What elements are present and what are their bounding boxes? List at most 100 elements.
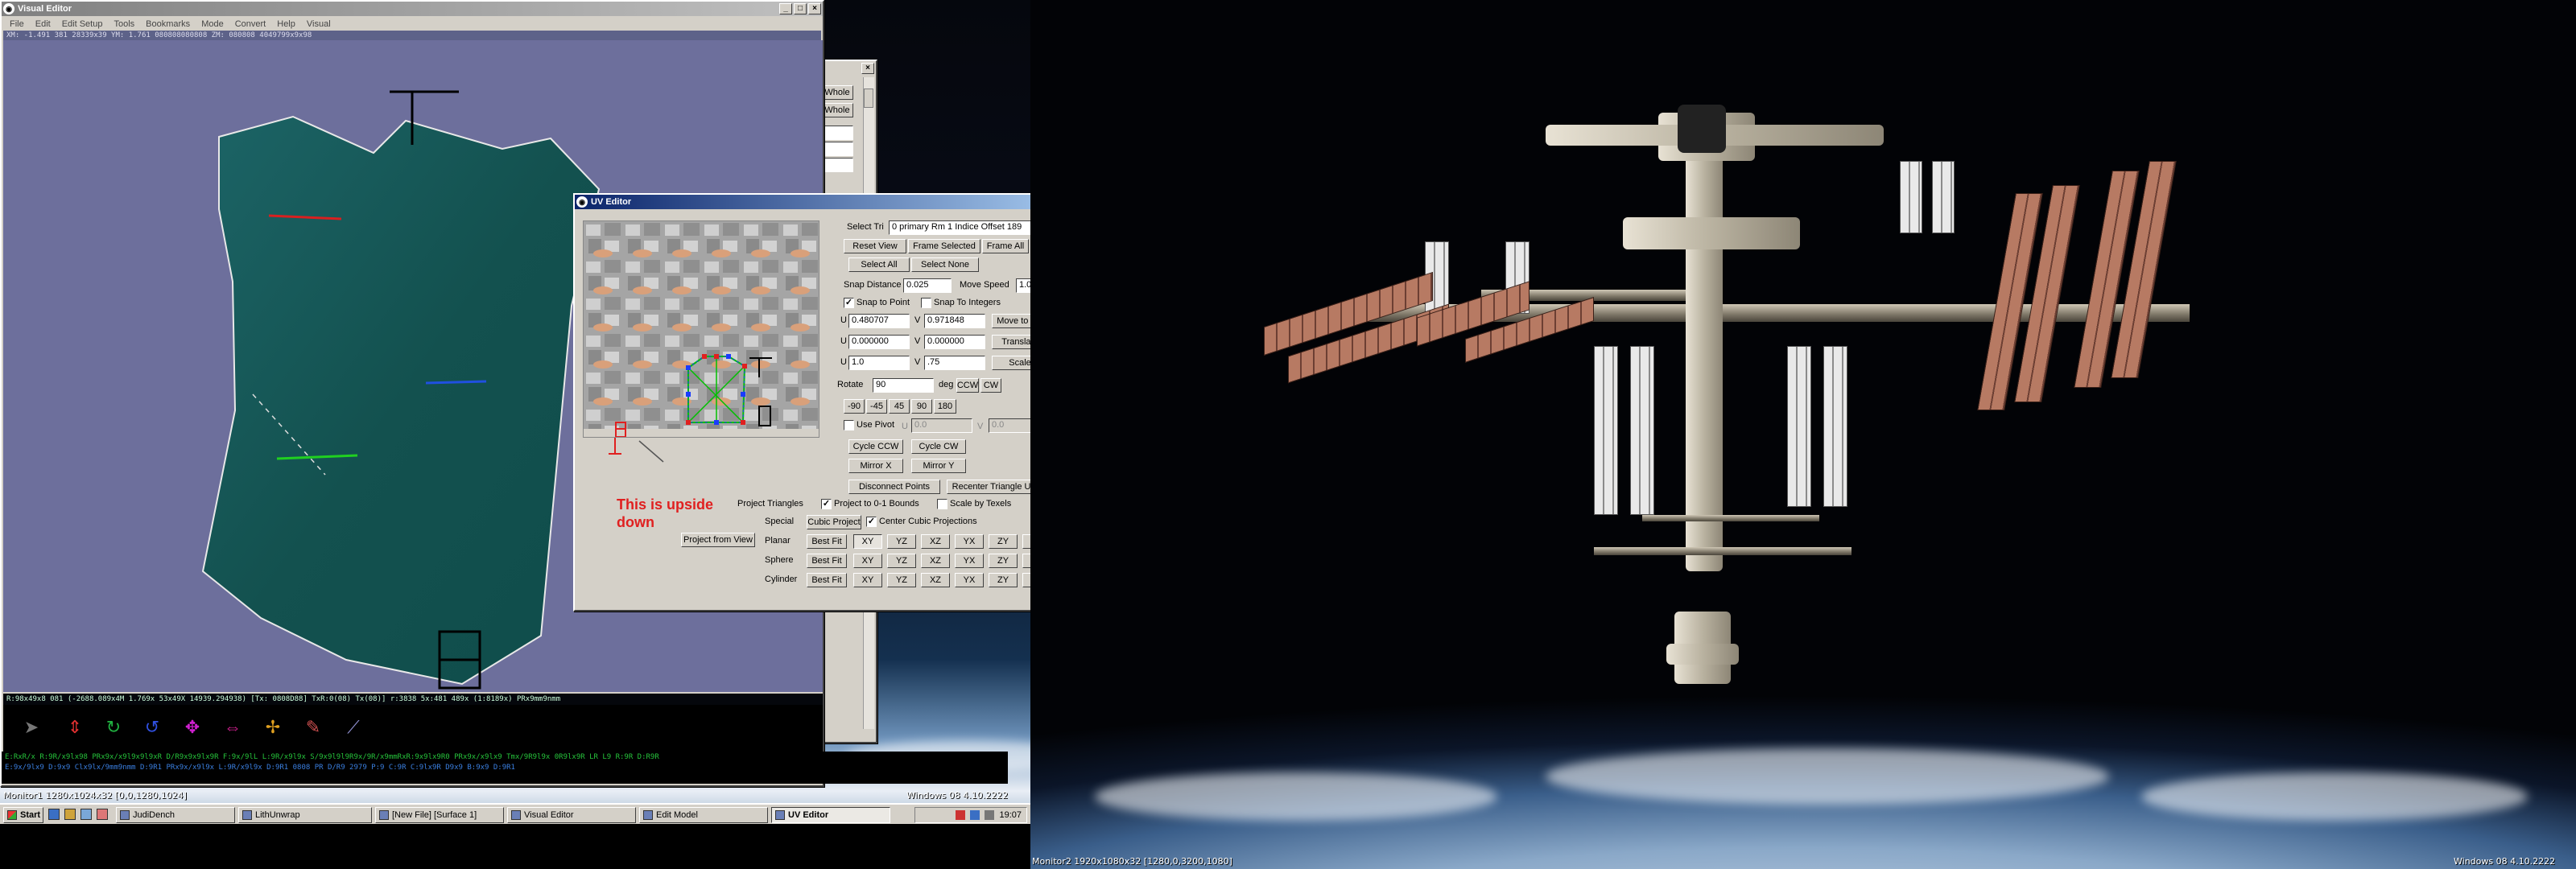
axis-zx-button[interactable]: ZX [1022, 554, 1030, 568]
disconnect-points-button[interactable]: Disconnect Points [848, 480, 940, 494]
scale-u-field[interactable]: 1.0 [848, 356, 910, 370]
pivot-u-field[interactable]: 0.0 [911, 418, 972, 433]
axis-yz-button[interactable]: YZ [887, 534, 916, 549]
task-edit-model[interactable]: Edit Model [639, 807, 768, 823]
axis-xz-button[interactable]: XZ [921, 534, 950, 549]
move-to-uv-button[interactable]: Move to UV [992, 314, 1030, 328]
minimize-button[interactable]: _ [779, 3, 792, 14]
side-field-1[interactable] [821, 126, 853, 140]
cubic-project-button[interactable]: Cubic Project [807, 515, 861, 529]
rotate-blue-icon[interactable]: ↺ [142, 716, 163, 739]
snap-to-integers-checkbox[interactable] [921, 298, 931, 308]
best-fit-button[interactable]: Best Fit [807, 534, 847, 549]
cw-button[interactable]: CW [980, 378, 1001, 393]
axis-yz-button[interactable]: YZ [887, 573, 916, 587]
axis-zx-button[interactable]: ZX [1022, 534, 1030, 549]
maximize-button[interactable]: □ [794, 3, 807, 14]
snap-distance-field[interactable]: 0.025 [903, 278, 952, 293]
menu-file[interactable]: File [10, 19, 24, 29]
select-arrow-icon[interactable]: ➤ [21, 716, 42, 739]
menu-tools[interactable]: Tools [114, 19, 134, 29]
start-button[interactable]: Start [3, 807, 43, 823]
rotate-field[interactable]: 90 [873, 378, 934, 393]
rotate-90-button[interactable]: 90 [911, 399, 932, 414]
close-button[interactable]: × [808, 3, 821, 14]
rotate-green-icon[interactable]: ↻ [103, 716, 124, 739]
select-none-button[interactable]: Select None [911, 257, 979, 272]
rotate-45-button[interactable]: 45 [889, 399, 910, 414]
tray-icon-2[interactable] [970, 810, 980, 820]
axis-yx-button[interactable]: YX [955, 534, 984, 549]
snap-to-point-checkbox[interactable]: ✓ [844, 298, 854, 308]
axis-yx-button[interactable]: YX [955, 554, 984, 568]
menu-mode[interactable]: Mode [201, 19, 224, 29]
axis-zy-button[interactable]: ZY [989, 534, 1018, 549]
task-new-file[interactable]: [New File] [Surface 1] [375, 807, 504, 823]
uv-v-field[interactable]: 0.971848 [924, 314, 985, 328]
reset-view-button[interactable]: Reset View [844, 239, 906, 253]
axis-yx-button[interactable]: YX [955, 573, 984, 587]
best-fit-button[interactable]: Best Fit [807, 554, 847, 568]
quick-launch-app-icon[interactable] [97, 809, 108, 820]
brush-icon[interactable]: ⟋ [343, 716, 364, 739]
menu-edit-setup[interactable]: Edit Setup [62, 19, 103, 29]
whole-button-2[interactable]: Whole [821, 103, 853, 117]
frame-selected-button[interactable]: Frame Selected [908, 239, 980, 253]
best-fit-button[interactable]: Best Fit [807, 573, 847, 587]
quick-launch-ie-icon[interactable] [48, 809, 60, 820]
center-cubic-checkbox[interactable]: ✓ [866, 517, 877, 527]
axis-xz-button[interactable]: XZ [921, 573, 950, 587]
axis-xy-button[interactable]: XY [853, 534, 882, 549]
quick-launch-desktop-icon[interactable] [80, 809, 92, 820]
menu-visual[interactable]: Visual [307, 19, 331, 29]
frame-all-button[interactable]: Frame All [982, 239, 1029, 253]
move-speed-field[interactable]: 1.0 [1016, 278, 1030, 293]
mirror-y-button[interactable]: Mirror Y [911, 459, 966, 473]
project-from-view-button[interactable]: Project from View [681, 533, 755, 547]
mirror-x-button[interactable]: Mirror X [848, 459, 903, 473]
uv-canvas[interactable] [583, 220, 819, 438]
select-all-button[interactable]: Select All [848, 257, 910, 272]
cycle-cw-button[interactable]: Cycle CW [911, 439, 966, 454]
axis-xy-button[interactable]: XY [853, 573, 882, 587]
menu-help[interactable]: Help [277, 19, 295, 29]
menu-edit[interactable]: Edit [35, 19, 51, 29]
axis-zy-button[interactable]: ZY [989, 554, 1018, 568]
move-axis-icon[interactable]: ⇕ [64, 716, 85, 739]
visual-editor-titlebar[interactable]: ◉ Visual Editor _ □ × [2, 2, 823, 16]
scroll-thumb[interactable] [864, 89, 873, 108]
use-pivot-checkbox[interactable] [844, 420, 854, 430]
rotate-minus-45-button[interactable]: -45 [866, 399, 887, 414]
uv-u-field[interactable]: 0.480707 [848, 314, 910, 328]
scale-button[interactable]: Scale [992, 356, 1030, 370]
scale-by-texels-checkbox[interactable] [937, 499, 947, 509]
translate-v-field[interactable]: 0.000000 [924, 335, 985, 349]
side-field-2[interactable] [821, 142, 853, 156]
side-field-3[interactable] [821, 158, 853, 172]
project-bounds-checkbox[interactable]: ✓ [821, 499, 832, 509]
axis-xz-button[interactable]: XZ [921, 554, 950, 568]
tray-icon-1[interactable] [956, 810, 966, 820]
pivot-v-field[interactable]: 0.0 [989, 418, 1030, 433]
rotate-minus-90-button[interactable]: -90 [844, 399, 865, 414]
rotate-180-button[interactable]: 180 [934, 399, 956, 414]
axis-xy-button[interactable]: XY [853, 554, 882, 568]
translate-u-field[interactable]: 0.000000 [848, 335, 910, 349]
cycle-ccw-button[interactable]: Cycle CCW [848, 439, 903, 454]
menu-bookmarks[interactable]: Bookmarks [146, 19, 190, 29]
recenter-triangle-uvs-button[interactable]: Recenter Triangle UVs [947, 480, 1030, 494]
translate-button[interactable]: Translate [992, 335, 1030, 349]
move-all-icon[interactable]: ✥ [182, 716, 203, 739]
speaker-icon[interactable] [985, 810, 995, 820]
uv-editor-titlebar[interactable]: ◉ UV Editor × [575, 195, 1030, 209]
select-tri-dropdown[interactable]: 0 primary Rm 1 Indice Offset 189 [889, 220, 1030, 235]
scale-v-field[interactable]: .75 [924, 356, 985, 370]
quick-launch-folder-icon[interactable] [64, 809, 76, 820]
task-lithunwrap[interactable]: LithUnwrap [238, 807, 372, 823]
axis-zx-button[interactable]: ZX [1022, 573, 1030, 587]
axis-yz-button[interactable]: YZ [887, 554, 916, 568]
task-judidench[interactable]: JudiDench [116, 807, 235, 823]
axis-zy-button[interactable]: ZY [989, 573, 1018, 587]
task-uv-editor[interactable]: UV Editor [771, 807, 890, 823]
scale-icon[interactable]: ⇔ [222, 716, 243, 739]
